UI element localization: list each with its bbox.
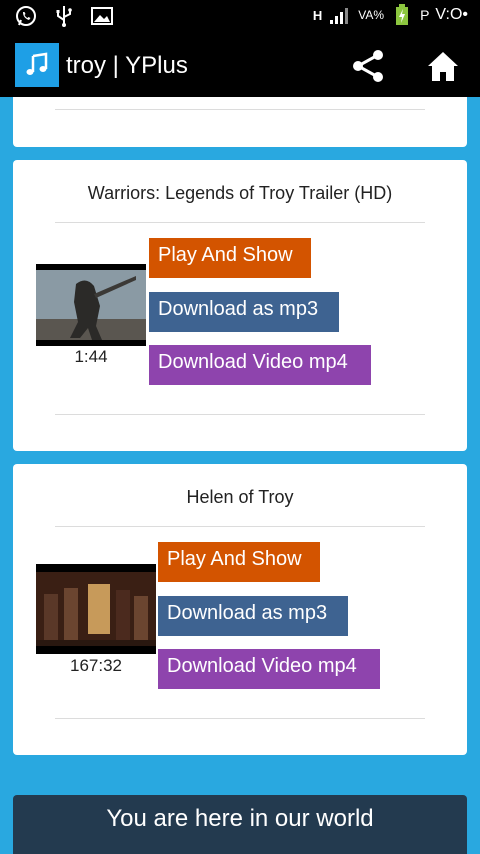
music-note-icon[interactable] (15, 43, 59, 87)
play-and-show-button[interactable]: Play And Show (158, 542, 320, 582)
footer-banner: You are here in our world (13, 795, 467, 854)
app-title: troy | YPlus (66, 52, 188, 79)
download-mp3-button[interactable]: Download as mp3 (158, 596, 348, 636)
home-icon (423, 52, 463, 91)
play-and-show-button[interactable]: Play And Show (149, 238, 311, 278)
result-card-previous (13, 97, 467, 147)
status-bar: H VA% P V:O• (0, 0, 480, 34)
video-duration: 1:44 (74, 347, 108, 366)
battery-percent: VA% (358, 8, 385, 22)
signal-icon (328, 3, 352, 27)
download-mp3-button[interactable]: Download as mp3 (149, 292, 339, 332)
result-card: Warriors: Legends of Troy Trailer (HD) 1… (13, 160, 467, 451)
home-button[interactable] (423, 47, 463, 87)
clock: V:O• (435, 6, 468, 23)
video-title: Helen of Troy (186, 487, 294, 507)
carrier-label: P (420, 7, 430, 23)
app-bar: troy | YPlus (0, 34, 480, 97)
usb-icon (52, 4, 76, 28)
download-mp4-button[interactable]: Download Video mp4 (149, 345, 371, 385)
video-thumbnail[interactable] (36, 564, 156, 654)
divider (55, 718, 425, 719)
whatsapp-icon (14, 4, 38, 28)
divider (55, 109, 425, 110)
share-icon (349, 50, 387, 89)
share-button[interactable] (349, 47, 387, 85)
image-icon (90, 4, 114, 28)
video-thumbnail[interactable] (36, 264, 146, 346)
video-title: Warriors: Legends of Troy Trailer (HD) (87, 183, 393, 203)
divider (55, 526, 425, 527)
battery-charging-icon (390, 3, 414, 27)
network-type: H (312, 7, 323, 23)
divider (55, 414, 425, 415)
video-duration: 167:32 (70, 656, 122, 675)
divider (55, 222, 425, 223)
result-card: Helen of Troy 167:32 Play And Show Downl… (13, 464, 467, 755)
download-mp4-button[interactable]: Download Video mp4 (158, 649, 380, 689)
